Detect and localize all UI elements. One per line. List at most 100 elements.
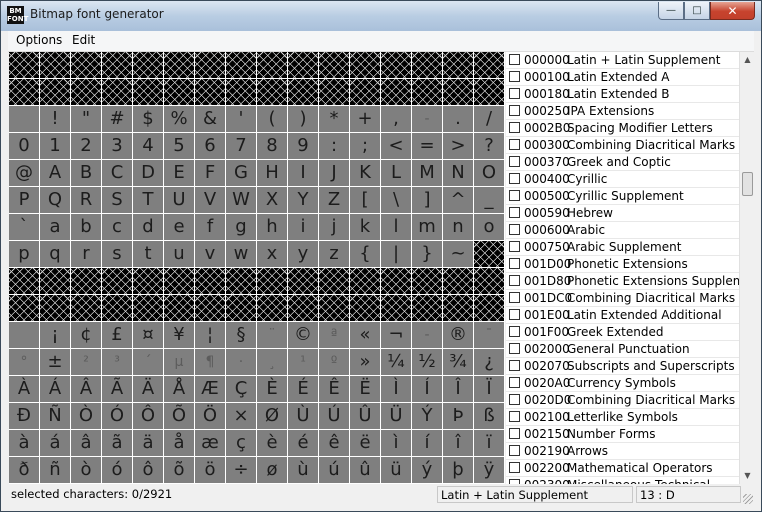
glyph-cell[interactable] [40,52,70,78]
glyph-cell[interactable]: â [71,430,101,456]
glyph-cell[interactable]: þ [443,457,473,483]
glyph-cell[interactable]: Ï [474,376,504,402]
range-list-item[interactable]: 002070 Subscripts and Superscripts [506,358,739,375]
glyph-cell[interactable]: ° [9,349,39,375]
glyph-cell[interactable]: Ù [288,403,318,429]
range-checkbox[interactable] [509,105,520,116]
glyph-cell[interactable]: Æ [195,376,225,402]
glyph-cell[interactable]: ) [288,106,318,132]
glyph-cell[interactable]: ! [40,106,70,132]
glyph-cell[interactable]: A [40,160,70,186]
glyph-cell[interactable]: Ò [71,403,101,429]
glyph-cell[interactable]: ¹ [288,349,318,375]
glyph-cell[interactable]: Y [288,187,318,213]
range-checkbox[interactable] [509,462,520,473]
glyph-cell[interactable] [412,268,442,294]
glyph-cell[interactable]: é [288,430,318,456]
glyph-cell[interactable]: 7 [226,133,256,159]
glyph-cell[interactable]: Í [412,376,442,402]
glyph-cell[interactable] [288,268,318,294]
range-list-item[interactable]: 002190 Arrows [506,443,739,460]
range-checkbox[interactable] [509,394,520,405]
range-list-item[interactable]: 000100 Latin Extended A [506,69,739,86]
range-checkbox[interactable] [509,360,520,371]
glyph-cell[interactable]: ? [474,133,504,159]
minimize-button[interactable]: — [658,2,684,20]
glyph-cell[interactable]: ò [71,457,101,483]
range-checkbox[interactable] [509,88,520,99]
glyph-cell[interactable]: # [102,106,132,132]
glyph-cell[interactable]: % [164,106,194,132]
glyph-cell[interactable] [381,79,411,105]
range-checkbox[interactable] [509,190,520,201]
glyph-cell[interactable]: C [102,160,132,186]
glyph-cell[interactable] [102,79,132,105]
glyph-cell[interactable]: v [195,241,225,267]
glyph-cell[interactable]: ü [381,457,411,483]
glyph-cell[interactable]: Û [350,403,380,429]
glyph-cell[interactable]: X [257,187,287,213]
glyph-cell[interactable]: ¸ [257,349,287,375]
glyph-cell[interactable] [71,268,101,294]
glyph-cell[interactable]: x [257,241,287,267]
glyph-cell[interactable]: ó [102,457,132,483]
glyph-cell[interactable]: ï [474,430,504,456]
glyph-cell[interactable]: & [195,106,225,132]
glyph-cell[interactable]: 3 [102,133,132,159]
range-list-item[interactable]: 000750 Arabic Supplement [506,239,739,256]
glyph-cell[interactable] [133,79,163,105]
glyph-cell[interactable] [288,52,318,78]
glyph-cell[interactable]: P [9,187,39,213]
range-checkbox[interactable] [509,275,520,286]
glyph-cell[interactable] [9,268,39,294]
glyph-cell[interactable] [319,52,349,78]
glyph-cell[interactable]: } [412,241,442,267]
glyph-cell[interactable] [195,268,225,294]
glyph-cell[interactable]: V [195,187,225,213]
glyph-cell[interactable] [71,79,101,105]
glyph-cell[interactable] [257,52,287,78]
glyph-cell[interactable] [319,79,349,105]
range-list-scrollbar[interactable]: ▲ ▼ [739,52,755,484]
range-list-item[interactable]: 002300Miscellaneous Technical [506,477,739,484]
glyph-cell[interactable]: : [319,133,349,159]
range-checkbox[interactable] [509,428,520,439]
range-list-item[interactable]: 000370 Greek and Coptic [506,154,739,171]
glyph-cell[interactable] [195,52,225,78]
glyph-cell[interactable]: Ã [102,376,132,402]
range-list-item[interactable]: 000400 Cyrillic [506,171,739,188]
glyph-cell[interactable]: n [443,214,473,240]
menu-edit[interactable]: Edit [72,33,95,47]
glyph-cell[interactable]: m [412,214,442,240]
glyph-cell[interactable]: º [319,349,349,375]
glyph-cell[interactable]: ¯ [474,322,504,348]
glyph-cell[interactable] [133,268,163,294]
glyph-cell[interactable]: × [226,403,256,429]
range-checkbox[interactable] [509,292,520,303]
glyph-cell[interactable]: û [350,457,380,483]
glyph-cell[interactable]: Â [71,376,101,402]
glyph-cell[interactable]: F [195,160,225,186]
range-checkbox[interactable] [509,258,520,269]
range-checkbox[interactable] [509,156,520,167]
glyph-cell[interactable]: « [350,322,380,348]
glyph-cell[interactable]: Z [319,187,349,213]
glyph-cell[interactable] [350,295,380,321]
glyph-cell[interactable] [474,52,504,78]
glyph-cell[interactable]: c [102,214,132,240]
glyph-cell[interactable]: > [443,133,473,159]
range-checkbox[interactable] [509,411,520,422]
glyph-cell[interactable]: ú [319,457,349,483]
glyph-cell[interactable]: ÿ [474,457,504,483]
glyph-cell[interactable] [443,295,473,321]
glyph-cell[interactable] [9,106,39,132]
glyph-cell[interactable]: » [350,349,380,375]
range-checkbox[interactable] [509,479,520,484]
glyph-cell[interactable] [412,79,442,105]
glyph-cell[interactable]: ç [226,430,256,456]
glyph-cell[interactable]: = [412,133,442,159]
glyph-cell[interactable] [102,52,132,78]
glyph-cell[interactable]: È [257,376,287,402]
glyph-cell[interactable]: Ý [412,403,442,429]
glyph-cell[interactable]: Î [443,376,473,402]
